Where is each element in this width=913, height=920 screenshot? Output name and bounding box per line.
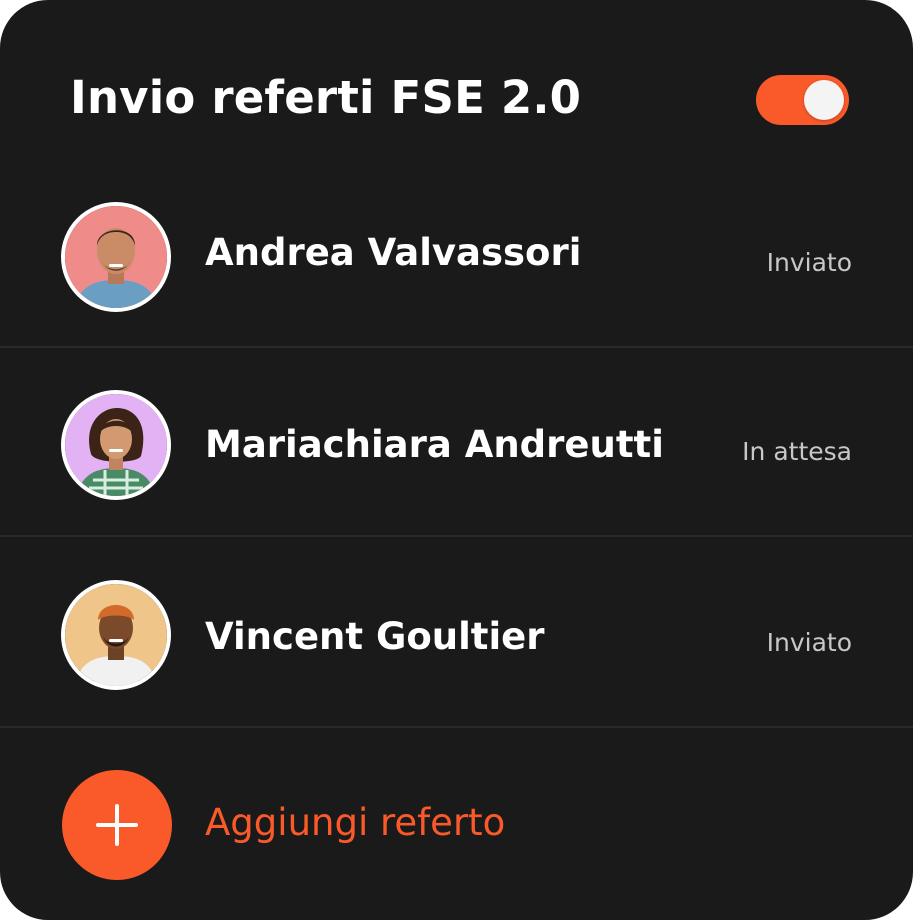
patient-name: Mariachiara Andreutti	[205, 423, 664, 466]
avatar-andrea-image	[65, 206, 167, 308]
card-header: Invio referti FSE 2.0	[0, 0, 913, 165]
status-badge: Inviato	[766, 248, 852, 277]
list-item-andrea-valvassori[interactable]: Andrea Valvassori Inviato	[0, 160, 913, 348]
patient-name: Vincent Goultier	[205, 615, 545, 658]
avatar-mariachiara-image	[65, 394, 167, 496]
add-report-row[interactable]: Aggiungi referto	[0, 728, 913, 920]
status-badge: In attesa	[742, 437, 852, 466]
fse-report-card: Invio referti FSE 2.0 Andrea Valvassori …	[0, 0, 913, 920]
card-title: Invio referti FSE 2.0	[70, 71, 582, 124]
avatar	[61, 580, 171, 690]
avatar	[61, 202, 171, 312]
add-report-button[interactable]	[62, 770, 172, 880]
plus-icon	[96, 804, 138, 846]
status-badge: Inviato	[766, 628, 852, 657]
send-toggle[interactable]	[756, 75, 849, 125]
toggle-knob	[804, 80, 844, 120]
list-item-vincent-goultier[interactable]: Vincent Goultier Inviato	[0, 537, 913, 725]
list-item-mariachiara-andreutti[interactable]: Mariachiara Andreutti In attesa	[0, 348, 913, 536]
patient-name: Andrea Valvassori	[205, 231, 582, 274]
add-report-label[interactable]: Aggiungi referto	[205, 799, 505, 847]
avatar-vincent-image	[65, 584, 167, 686]
avatar	[61, 390, 171, 500]
